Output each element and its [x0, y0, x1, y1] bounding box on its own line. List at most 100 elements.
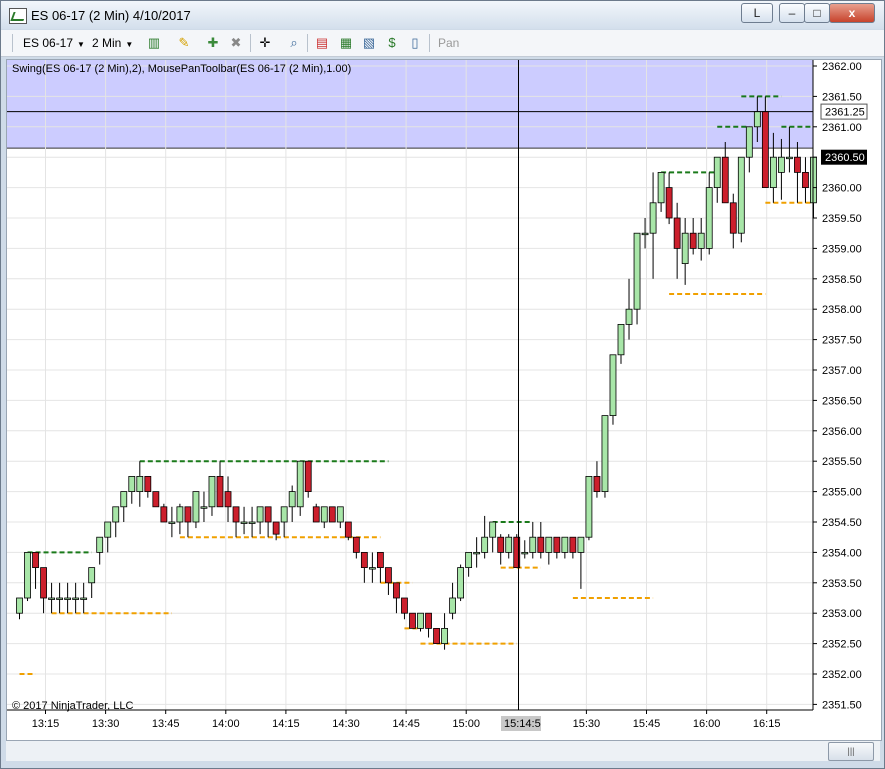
instrument-selector[interactable]: ES 06-17 ▼	[23, 36, 85, 50]
candle-body-down	[328, 506, 336, 523]
candle	[72, 582, 80, 614]
candle-body-up	[609, 354, 617, 416]
window-title: ES 06-17 (2 Min) 4/10/2017	[31, 8, 191, 23]
chevron-down-icon: ▼	[77, 40, 85, 49]
candle	[256, 506, 264, 535]
candle	[561, 536, 569, 559]
candle-body-down	[593, 475, 601, 492]
candle-body-down	[393, 582, 400, 599]
chart-app-icon	[9, 8, 27, 24]
scroll-thumb[interactable]: |||	[828, 742, 874, 761]
candle-body-up	[208, 475, 216, 508]
candle	[665, 172, 673, 225]
candle-body-up	[136, 475, 144, 492]
candle	[56, 582, 63, 614]
candle-body-up	[48, 597, 55, 600]
interval-selector[interactable]: 2 Min ▼	[92, 36, 133, 50]
candle-body-up	[737, 156, 745, 234]
candle	[393, 582, 400, 614]
maximize-button[interactable]: □	[804, 3, 830, 23]
close-button[interactable]: x	[829, 3, 875, 23]
x-tick-label: 13:45	[152, 718, 180, 730]
candle	[64, 582, 72, 614]
candle	[553, 536, 561, 559]
candle	[505, 534, 513, 559]
candle-body-up	[128, 475, 136, 492]
candle-body-down	[569, 536, 577, 553]
candle	[288, 485, 296, 522]
candle	[88, 567, 96, 598]
candle	[360, 551, 368, 583]
y-tick-label: 2359.00	[822, 243, 862, 255]
zoom-icon[interactable]: ⌕	[286, 35, 302, 51]
horizontal-scrollbar[interactable]: |||	[6, 741, 880, 761]
candle-body-down	[537, 536, 545, 553]
candle-body-up	[505, 536, 513, 553]
candle	[320, 506, 328, 529]
candle-body-up	[16, 597, 23, 614]
candle-body-down	[794, 156, 801, 173]
toolbar-separator	[307, 34, 308, 52]
candle	[336, 506, 344, 529]
y-tick-label: 2356.00	[822, 426, 862, 438]
y-tick-label: 2360.00	[822, 183, 862, 195]
candle-body-up	[457, 567, 465, 599]
candle	[609, 354, 617, 425]
candle-body-up	[441, 628, 448, 645]
candle-body-down	[304, 460, 312, 493]
add-indicator-icon[interactable]: ✚	[205, 35, 221, 51]
candle-body-up	[368, 567, 376, 570]
candle-body-up	[200, 506, 208, 509]
price-chart[interactable]: 2362.00 2361.50 2361.00 2360.50 2360.00 2359.…	[7, 60, 881, 740]
strategies-icon[interactable]: ▤	[314, 35, 330, 51]
y-tick-label: 2351.50	[822, 699, 862, 711]
candle-body-down	[665, 187, 673, 219]
candle-body-up	[745, 126, 753, 158]
candle	[689, 218, 697, 255]
y-tick-label: 2362.00	[822, 61, 862, 73]
candle-body-down	[729, 202, 737, 234]
candle	[128, 475, 136, 504]
candle-body-down	[553, 536, 561, 553]
candle-body-down	[312, 506, 320, 523]
chart-panel[interactable]: 2362.00 2361.50 2361.00 2360.50 2360.00 2359.…	[6, 59, 882, 741]
minimize-button[interactable]: –	[779, 3, 805, 23]
chart-trader-icon[interactable]: ▧	[361, 35, 377, 51]
candle-body-up	[192, 491, 200, 523]
x-tick-label: 14:30	[332, 718, 360, 730]
candle	[385, 567, 392, 595]
candle	[593, 461, 601, 498]
properties-icon[interactable]: ▯	[407, 35, 423, 51]
money-icon[interactable]: $	[384, 35, 400, 51]
candle-body-down	[802, 172, 809, 189]
candle	[697, 218, 705, 261]
title-bar[interactable]: ES 06-17 (2 Min) 4/10/2017 L – □ x	[1, 1, 884, 29]
crosshair-icon[interactable]: ✛	[257, 35, 273, 51]
link-button[interactable]: L	[741, 3, 773, 23]
candle-body-up	[697, 232, 705, 249]
data-series-icon[interactable]: ▦	[338, 35, 354, 51]
candle	[601, 415, 609, 498]
candle-body-down	[32, 551, 39, 568]
candle-body-up	[786, 156, 793, 160]
remove-indicator-icon[interactable]: ✖	[228, 35, 244, 51]
candle-body-down	[224, 491, 232, 508]
candle-body-down	[409, 612, 416, 629]
chart-style-icon[interactable]: ▥	[146, 35, 162, 51]
candle-body-up	[168, 521, 176, 524]
candle-body-down	[264, 506, 272, 523]
x-tick-label: 14:45	[392, 718, 420, 730]
candle-body-up	[778, 156, 785, 173]
candle	[737, 156, 745, 243]
candle-body-up	[449, 597, 456, 614]
candle-body-down	[401, 597, 408, 614]
pan-button[interactable]: Pan	[438, 36, 459, 50]
candle	[264, 506, 272, 538]
candle-body-up	[72, 597, 80, 600]
candle-body-up	[288, 491, 296, 508]
candle-body-up	[585, 475, 593, 538]
chart-window: ES 06-17 (2 Min) 4/10/2017 L – □ x ES 06…	[0, 0, 885, 769]
candle	[745, 126, 753, 173]
pencil-icon[interactable]: ✎	[176, 35, 192, 51]
candle	[24, 551, 31, 602]
